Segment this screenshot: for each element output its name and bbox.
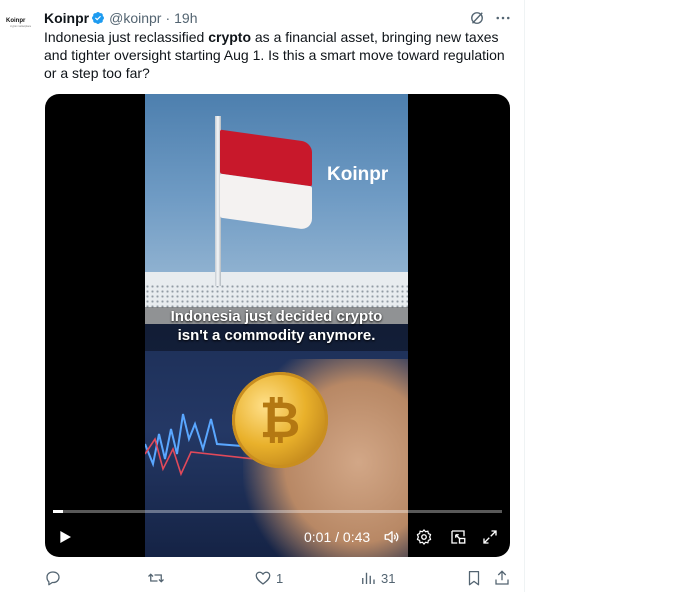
reply-button[interactable] [44,568,66,588]
bookmark-button[interactable] [465,568,483,588]
author-name[interactable]: Koinpr [44,10,89,26]
separator-dot: · [165,10,171,26]
tweet-text: Indonesia just reclassified crypto as a … [44,28,512,82]
avatar-logo: Koinpr [6,18,26,24]
tweet-text-bold: crypto [208,29,251,45]
timeline-border [524,0,525,592]
tweet-text-line-1: Indonesia just reclassified crypto as a … [44,28,512,46]
video-player[interactable]: Koinpr ₿ Indonesia just decided crypto i… [45,94,510,557]
video-caption: Indonesia just decided crypto isn't a co… [145,307,408,345]
video-progress-bar[interactable] [53,510,502,513]
picture-in-picture-icon[interactable] [449,528,467,546]
avatar-tagline: crypto marketplace [10,25,32,28]
author-handle[interactable]: @koinpr [109,10,161,26]
settings-icon[interactable] [415,528,433,546]
views-count: 31 [381,570,396,586]
video-progress-fill [53,510,63,513]
caption-line-1: Indonesia just decided crypto [170,308,383,325]
verified-badge-icon [92,12,105,24]
tweet-actions: 1 31 [44,568,514,588]
reply-icon [46,571,60,586]
bitcoin-coin: ₿ [232,372,328,468]
views-icon [362,572,375,584]
share-icon [495,570,509,585]
play-icon[interactable] [57,529,73,545]
video-time: 0:01 / 0:43 [304,529,371,545]
video-building-pattern [145,284,408,308]
tweet-text-segment: Indonesia just reclassified [44,29,209,45]
video-controls: 0:01 / 0:43 [45,522,510,552]
like-count: 1 [276,570,284,586]
video-frame[interactable]: Koinpr ₿ Indonesia just decided crypto i… [145,94,408,557]
bitcoin-symbol: ₿ [259,392,301,448]
video-watermark: Koinpr [327,164,389,185]
grok-icon[interactable] [468,9,486,27]
tweet-header: Koinpr @koinpr · 19h [44,9,197,27]
like-icon [255,571,271,585]
tweet-text-line-2: and tighter oversight starting Aug 1. Is… [44,47,505,63]
avatar[interactable]: Koinpr crypto marketplace [3,10,32,36]
fullscreen-icon[interactable] [481,528,499,546]
tweet-text-line-3: or a step too far? [44,65,150,81]
share-button[interactable] [493,568,511,588]
views-button[interactable]: 31 [359,568,395,588]
more-icon[interactable] [494,9,512,27]
like-button[interactable]: 1 [254,568,283,588]
tweet-text-segment: as a financial asset, bringing new taxes [251,29,499,45]
repost-button[interactable] [147,568,169,588]
volume-icon[interactable] [382,528,402,546]
bookmark-icon [468,570,480,586]
caption-line-2: isn't a commodity anymore. [177,327,376,344]
repost-icon [148,573,164,583]
timestamp[interactable]: 19h [174,10,197,26]
